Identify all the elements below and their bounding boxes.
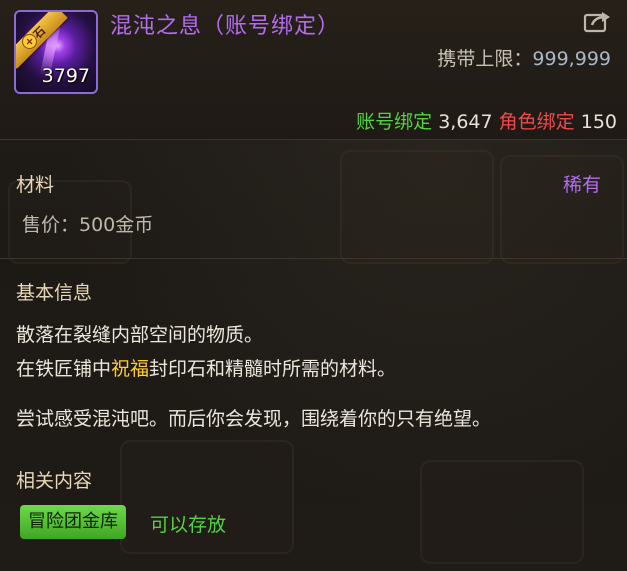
blessing-keyword: 祝福 bbox=[111, 358, 150, 380]
description-line-2-suffix: 封印石和精髓时所需的材料。 bbox=[149, 358, 397, 380]
tooltip-header: 碎石 + 3797 混沌之息（账号绑定） 携带上限：999,999 账号绑定 3… bbox=[0, 0, 627, 140]
account-bind-value: 3,647 bbox=[438, 111, 493, 133]
storable-note: 可以存放 bbox=[150, 514, 227, 536]
description-line-2-prefix: 在铁匠铺中 bbox=[16, 358, 112, 380]
role-bind-value: 150 bbox=[580, 111, 617, 133]
description-line-1: 散落在裂缝内部空间的物质。 bbox=[16, 324, 264, 346]
description-line-3: 尝试感受混沌吧。而后你会发现，围绕着你的只有绝望。 bbox=[16, 408, 492, 430]
background-decoration bbox=[340, 150, 494, 264]
guild-storage-badge: 冒险团金库 bbox=[20, 505, 126, 539]
description-line-2: 在铁匠铺中祝福封印石和精髓时所需的材料。 bbox=[16, 354, 396, 381]
share-export-icon[interactable] bbox=[583, 8, 613, 34]
related-content-title: 相关内容 bbox=[16, 470, 93, 492]
item-type: 材料 bbox=[16, 174, 55, 196]
section-divider bbox=[0, 258, 627, 259]
item-rarity: 稀有 bbox=[562, 174, 601, 196]
item-sell-price: 售价：500金币 bbox=[22, 214, 154, 236]
role-bind-label: 角色绑定 bbox=[498, 111, 575, 133]
binding-counts: 账号绑定 3,647 角色绑定 150 bbox=[356, 107, 617, 134]
item-tooltip: 碎石 + 3797 混沌之息（账号绑定） 携带上限：999,999 账号绑定 3… bbox=[0, 0, 627, 571]
account-bind-label: 账号绑定 bbox=[356, 111, 433, 133]
carry-limit-label: 携带上限： bbox=[437, 48, 533, 70]
basic-info-title: 基本信息 bbox=[16, 282, 93, 304]
carry-limit-value: 999,999 bbox=[532, 48, 611, 70]
background-decoration bbox=[420, 460, 584, 564]
item-name: 混沌之息（账号绑定） bbox=[110, 14, 341, 39]
chaos-breath-item-icon[interactable]: 碎石 + 3797 bbox=[14, 10, 98, 94]
carry-limit: 携带上限：999,999 bbox=[437, 44, 611, 71]
item-stack-count: 3797 bbox=[41, 65, 90, 87]
